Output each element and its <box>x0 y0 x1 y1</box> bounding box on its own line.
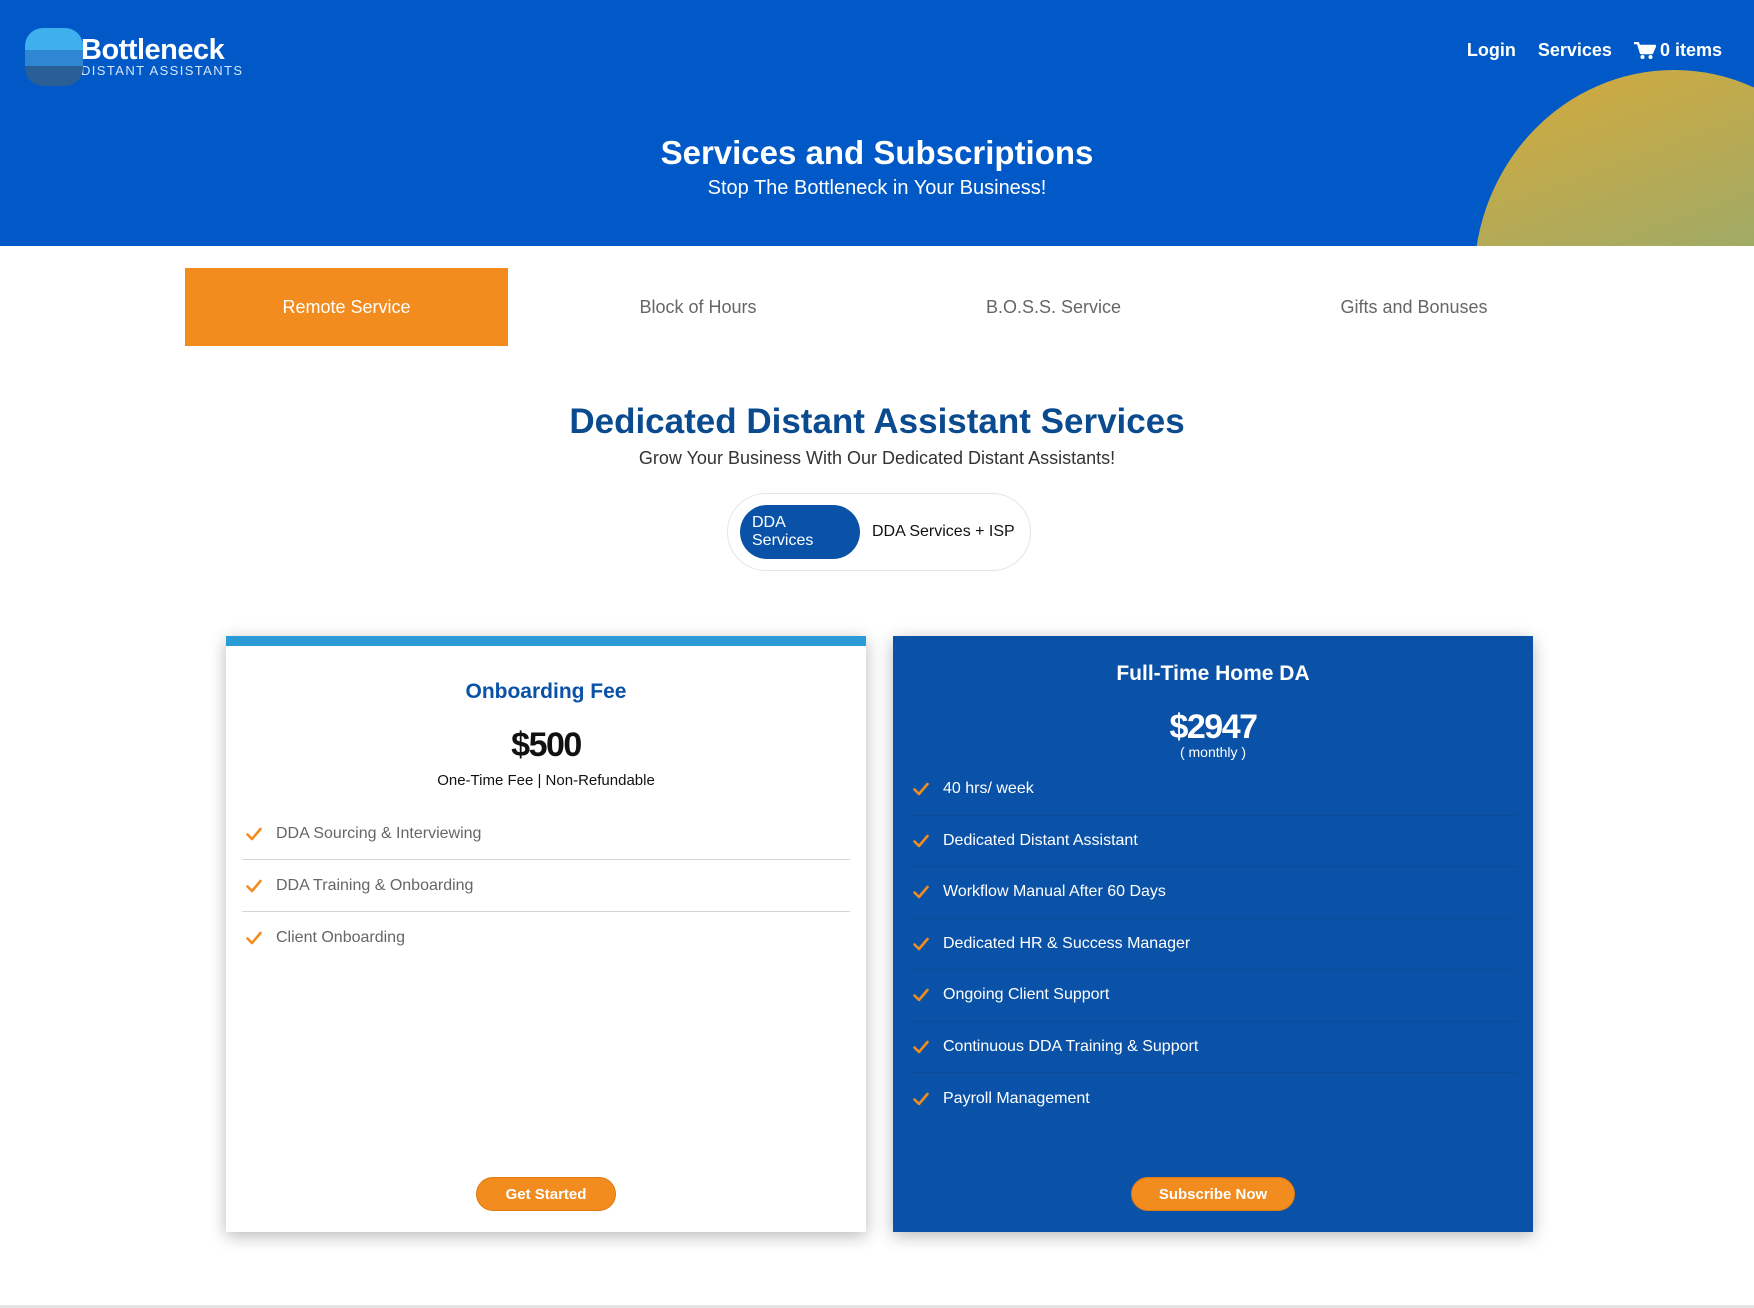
list-item: Dedicated Distant Assistant <box>909 816 1517 867</box>
list-item: DDA Sourcing & Interviewing <box>242 808 850 860</box>
check-icon <box>913 937 929 951</box>
plan-title: Onboarding Fee <box>465 680 627 703</box>
list-item: Dedicated HR & Success Manager <box>909 919 1517 970</box>
get-started-button[interactable]: Get Started <box>476 1177 616 1211</box>
tab-block-of-hours[interactable]: Block of Hours <box>508 268 888 346</box>
subscribe-now-button[interactable]: Subscribe Now <box>1131 1177 1295 1211</box>
logo-mark-icon <box>25 28 83 86</box>
feature-label: Dedicated HR & Success Manager <box>943 934 1191 952</box>
feature-label: Payroll Management <box>943 1089 1090 1107</box>
list-item: Workflow Manual After 60 Days <box>909 867 1517 919</box>
check-icon <box>246 879 262 892</box>
nav-login[interactable]: Login <box>1467 40 1516 61</box>
plan-price: $500 <box>511 726 582 764</box>
check-icon <box>913 1092 929 1106</box>
plan-price: $2947 <box>1169 708 1258 746</box>
check-icon <box>913 885 929 899</box>
check-icon <box>913 1040 929 1054</box>
plan-note: One-Time Fee | Non-Refundable <box>437 772 655 789</box>
feature-label: Dedicated Distant Assistant <box>943 831 1138 849</box>
tab-gifts-and-bonuses[interactable]: Gifts and Bonuses <box>1219 268 1609 346</box>
feature-list: DDA Sourcing & Interviewing DDA Training… <box>242 808 850 964</box>
brand-name: Bottleneck <box>81 34 225 66</box>
page-subtitle: Stop The Bottleneck in Your Business! <box>707 177 1047 199</box>
plan-note: ( monthly ) <box>1179 744 1247 760</box>
feature-label: Ongoing Client Support <box>943 986 1110 1004</box>
tab-remote-service[interactable]: Remote Service <box>185 268 508 346</box>
plan-card-full-time: Full-Time Home DA $2947 ( monthly ) 40 h… <box>893 636 1533 1232</box>
list-item: Continuous DDA Training & Support <box>909 1022 1517 1073</box>
toggle-dda-services[interactable]: DDA Services <box>740 505 860 559</box>
service-tabs: Remote Service Block of Hours B.O.S.S. S… <box>185 268 1609 346</box>
nav-cart[interactable]: 0 items <box>1633 40 1722 61</box>
feature-label: Client Onboarding <box>276 929 405 946</box>
check-icon <box>913 988 929 1002</box>
toggle-dda-services-isp[interactable]: DDA Services + ISP <box>860 505 1027 559</box>
cart-icon <box>1633 41 1656 59</box>
logo[interactable]: Bottleneck DISTANT ASSISTANTS <box>25 28 243 86</box>
feature-list: 40 hrs/ week Dedicated Distant Assistant… <box>909 764 1517 1125</box>
check-icon <box>913 834 929 848</box>
check-icon <box>246 931 262 945</box>
site-header: Bottleneck DISTANT ASSISTANTS Login Serv… <box>0 0 1754 246</box>
page-title: Services and Subscriptions <box>660 134 1094 171</box>
nav-services[interactable]: Services <box>1538 40 1612 61</box>
list-item: 40 hrs/ week <box>909 764 1517 816</box>
cart-count: 0 items <box>1659 40 1722 60</box>
section-title: Dedicated Distant Assistant Services <box>569 402 1185 441</box>
list-item: Payroll Management <box>909 1073 1517 1125</box>
plan-card-onboarding: Onboarding Fee $500 One-Time Fee | Non-R… <box>226 636 866 1232</box>
plan-toggle: DDA Services DDA Services + ISP <box>727 493 1031 571</box>
feature-label: Continuous DDA Training & Support <box>943 1037 1199 1055</box>
top-nav: Login Services 0 items <box>1467 40 1722 61</box>
list-item: DDA Training & Onboarding <box>242 860 850 912</box>
feature-label: DDA Sourcing & Interviewing <box>276 824 482 842</box>
plan-title: Full-Time Home DA <box>1116 662 1310 685</box>
check-icon <box>246 827 262 840</box>
list-item: Ongoing Client Support <box>909 970 1517 1022</box>
section-subtitle: Grow Your Business With Our Dedicated Di… <box>638 448 1116 468</box>
feature-label: 40 hrs/ week <box>943 780 1034 798</box>
feature-label: Workflow Manual After 60 Days <box>943 883 1166 901</box>
list-item: Client Onboarding <box>242 912 850 964</box>
check-icon <box>913 782 929 796</box>
brand-tagline: DISTANT ASSISTANTS <box>81 63 244 78</box>
tab-boss-service[interactable]: B.O.S.S. Service <box>888 268 1219 346</box>
feature-label: DDA Training & Onboarding <box>276 876 474 894</box>
